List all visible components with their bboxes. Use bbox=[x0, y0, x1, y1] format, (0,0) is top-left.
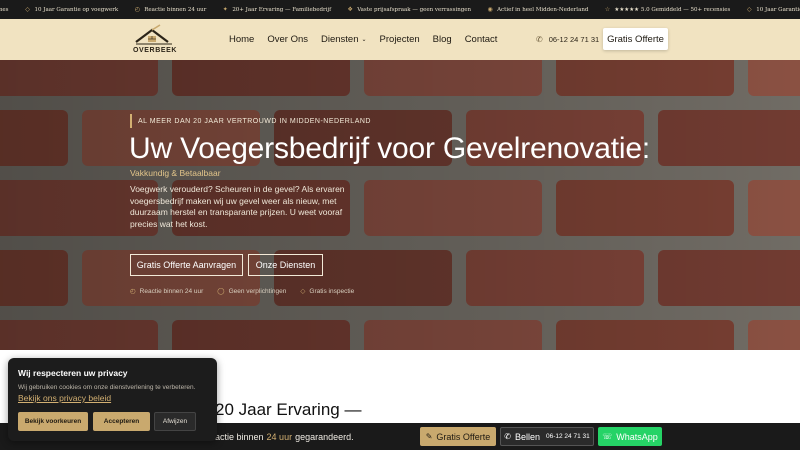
bottom-call-number: 06-12 24 71 31 bbox=[546, 433, 590, 440]
ticker-item: ◇ 10 Jaar Garantie op voegwerk bbox=[25, 5, 119, 13]
header-phone-link[interactable]: ✆ 06-12 24 71 31 bbox=[536, 19, 599, 60]
bottom-offer-button[interactable]: ✎ Gratis Offerte bbox=[420, 427, 496, 446]
nav-over-ons[interactable]: Over Ons bbox=[267, 34, 308, 45]
ticker-text: ★★★★★ 5.0 Gemiddeld — 50+ recensies bbox=[614, 6, 731, 13]
perk-item: ◯ Geen verplichtingen bbox=[217, 287, 287, 296]
cookie-title: Wij respecteren uw privacy bbox=[18, 368, 128, 378]
bottom-bar-text: actie binnen 24 uur gegarandeerd. bbox=[215, 423, 354, 450]
ticker-text: Reactie binnen 24 uur bbox=[144, 6, 207, 13]
ticker-item: ◴ Reactie binnen 24 uur bbox=[134, 5, 207, 13]
ticker-fragment: mmes bbox=[0, 7, 9, 13]
ticker-text: Actief in heel Midden-Nederland bbox=[497, 6, 589, 13]
nav-diensten[interactable]: Diensten ⌄ bbox=[321, 34, 367, 45]
hero-overlay bbox=[0, 60, 800, 350]
hero-title: Uw Voegersbedrijf voor Gevelrenovatie: bbox=[129, 132, 651, 165]
ticker-text: 10 Jaar Garantie op voegwerk bbox=[756, 6, 800, 13]
star-icon: ☆ bbox=[604, 5, 611, 13]
perk-label: Geen verplichtingen bbox=[228, 287, 287, 295]
cookie-reject-button[interactable]: Afwijzen bbox=[154, 412, 196, 431]
ticker-item: ☆ ★★★★★ 5.0 Gemiddeld — 50+ recensies bbox=[604, 5, 731, 13]
privacy-policy-link[interactable]: Bekijk ons privacy beleid bbox=[18, 393, 111, 403]
tag-icon: ❖ bbox=[347, 5, 353, 13]
whatsapp-icon: ☏ bbox=[602, 432, 613, 441]
ticker-item: ◇ 10 Jaar Garantie op voegwerk bbox=[746, 5, 800, 13]
ticker-item: ❖ Vaste prijsafspraak — geen verrassingen bbox=[347, 5, 472, 13]
hero-subtitle: Vakkundig & Betaalbaar bbox=[130, 168, 221, 178]
main-nav: Home Over Ons Diensten ⌄ Projecten Blog C… bbox=[229, 19, 510, 60]
cookie-accept-button[interactable]: Accepteren bbox=[93, 412, 150, 431]
cookie-preferences-button[interactable]: Bekijk voorkeuren bbox=[18, 412, 88, 431]
shield-icon: ◇ bbox=[300, 288, 306, 295]
pencil-icon: ✎ bbox=[425, 432, 433, 441]
announcement-ticker: mmes ◇ 10 Jaar Garantie op voegwerk ◴ React… bbox=[0, 0, 800, 19]
bottom-whatsapp-label: WhatsApp bbox=[616, 431, 658, 442]
header-phone-number: 06-12 24 71 31 bbox=[548, 35, 600, 44]
ticker-text: Vaste prijsafspraak — geen verrassingen bbox=[357, 6, 472, 13]
hero-services-button[interactable]: Onze Diensten bbox=[248, 254, 323, 276]
phone-icon: ✆ bbox=[504, 432, 511, 441]
ticker-item: ◉ Actief in heel Midden-Nederland bbox=[487, 5, 589, 13]
bottom-text-before: actie binnen bbox=[215, 431, 264, 442]
nav-projecten[interactable]: Projecten bbox=[380, 34, 420, 45]
perk-item: ◇ Gratis inspectie bbox=[300, 287, 355, 296]
bottom-text-highlight: 24 uur bbox=[266, 431, 293, 442]
nav-contact[interactable]: Contact bbox=[465, 34, 498, 45]
shield-icon: ◇ bbox=[25, 5, 30, 13]
nav-blog[interactable]: Blog bbox=[433, 34, 452, 45]
logo-text: OVERBEEK bbox=[132, 47, 178, 54]
ticker-track: mmes ◇ 10 Jaar Garantie op voegwerk ◴ React… bbox=[0, 0, 800, 19]
shield-icon: ◇ bbox=[746, 5, 752, 13]
bottom-offer-label: Gratis Offerte bbox=[436, 431, 491, 442]
chevron-down-icon: ⌄ bbox=[361, 37, 367, 43]
ticker-item: ✦ 20+ Jaar Ervaring — Familiebedrijf bbox=[222, 5, 332, 13]
perk-label: Reactie binnen 24 uur bbox=[139, 287, 204, 295]
bottom-call-label: Bellen bbox=[514, 431, 540, 442]
ticker-text: 10 Jaar Garantie op voegwerk bbox=[34, 6, 119, 13]
nav-diensten-label: Diensten bbox=[321, 34, 359, 45]
perk-item: ◴ Reactie binnen 24 uur bbox=[130, 287, 204, 296]
nav-home[interactable]: Home bbox=[229, 34, 254, 45]
cookie-text: Wij gebruiken cookies om onze dienstverl… bbox=[18, 382, 208, 405]
bottom-whatsapp-button[interactable]: ☏ WhatsApp bbox=[598, 427, 662, 446]
perk-label: Gratis inspectie bbox=[309, 287, 355, 295]
hero-offer-button[interactable]: Gratis Offerte Aanvragen bbox=[130, 254, 243, 276]
logo[interactable]: OVERBEEK bbox=[130, 24, 180, 56]
section-heading: 20 Jaar Ervaring — bbox=[215, 400, 362, 419]
clock-icon: ◴ bbox=[134, 5, 140, 13]
phone-icon: ✆ bbox=[536, 35, 543, 44]
site-header: OVERBEEK Home Over Ons Diensten ⌄ Project… bbox=[0, 19, 800, 60]
check-circle-icon: ◯ bbox=[217, 288, 225, 295]
map-pin-icon: ◉ bbox=[487, 5, 493, 13]
house-roof-icon bbox=[135, 24, 172, 45]
cookie-banner: Wij respecteren uw privacy Wij gebruiken… bbox=[8, 358, 217, 441]
award-icon: ✦ bbox=[222, 5, 228, 13]
cookie-body: Wij gebruiken cookies om onze dienstverl… bbox=[18, 384, 196, 391]
bottom-text-after: gegarandeerd. bbox=[295, 431, 354, 442]
hero-perks: ◴ Reactie binnen 24 uur ◯ Geen verplichtin… bbox=[130, 287, 368, 296]
clock-icon: ◴ bbox=[130, 288, 136, 295]
hero-description: Voegwerk verouderd? Scheuren in de gevel… bbox=[130, 184, 345, 229]
hero-eyebrow: AL MEER DAN 20 JAAR VERTROUWD IN MIDDEN-… bbox=[130, 114, 371, 128]
bottom-call-button[interactable]: ✆ Bellen 06-12 24 71 31 bbox=[500, 427, 594, 446]
header-offer-button[interactable]: Gratis Offerte bbox=[603, 28, 668, 50]
ticker-text: 20+ Jaar Ervaring — Familiebedrijf bbox=[232, 6, 332, 13]
ticker-fragment-text: mmes bbox=[0, 6, 9, 13]
hero-section: AL MEER DAN 20 JAAR VERTROUWD IN MIDDEN-… bbox=[0, 60, 800, 350]
